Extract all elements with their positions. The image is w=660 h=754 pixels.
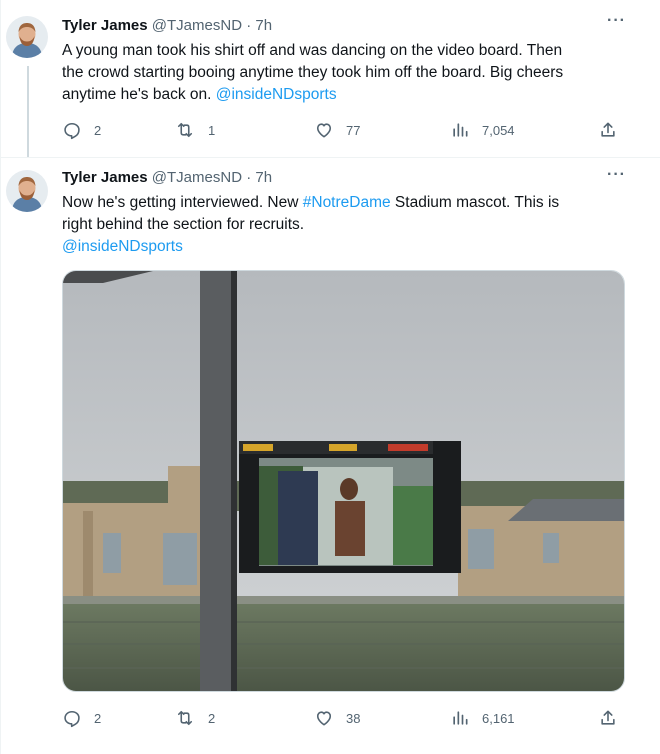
tweet-text-fragment: Now he's getting interviewed. New bbox=[62, 194, 303, 211]
author-name[interactable]: Tyler James bbox=[62, 17, 148, 34]
more-icon[interactable]: ··· bbox=[607, 166, 626, 184]
timestamp[interactable]: 7h bbox=[255, 17, 272, 34]
repost-count: 2 bbox=[208, 710, 216, 726]
like-icon bbox=[316, 711, 332, 726]
share-icon bbox=[601, 710, 615, 725]
tweet-1[interactable]: Tyler James @TJamesND · 7h ··· A young m… bbox=[0, 0, 660, 158]
tweet-text: A young man took his shirt off and was d… bbox=[62, 40, 622, 106]
tweet-text-line: the crowd starting booing anytime they t… bbox=[62, 64, 564, 81]
tweet-text-line: right behind the section for recruits. bbox=[62, 216, 305, 233]
stadium-photo bbox=[63, 271, 624, 691]
reply-button[interactable]: 2 bbox=[62, 707, 101, 729]
reply-button[interactable]: 2 bbox=[62, 119, 101, 141]
mention-link[interactable]: @insideNDsports bbox=[62, 238, 183, 255]
tweet-text-fragment: anytime he's back on. bbox=[62, 86, 216, 103]
repost-button[interactable]: 1 bbox=[174, 119, 215, 141]
avatar[interactable] bbox=[6, 170, 48, 212]
tweet-text-line: anytime he's back on. @insideNDsports bbox=[62, 84, 622, 106]
thread-connector bbox=[27, 66, 29, 158]
tweet-text: Now he's getting interviewed. New #Notre… bbox=[62, 192, 622, 258]
tweet-actions: 2 2 38 6,161 bbox=[62, 707, 622, 729]
view-count: 7,054 bbox=[482, 122, 515, 138]
tweet-2[interactable]: Tyler James @TJamesND · 7h ··· Now he's … bbox=[0, 158, 660, 754]
views-button[interactable]: 6,161 bbox=[450, 707, 515, 729]
hashtag-link[interactable]: #NotreDame bbox=[303, 194, 391, 211]
like-icon bbox=[316, 123, 332, 138]
views-button[interactable]: 7,054 bbox=[450, 119, 515, 141]
views-icon bbox=[453, 711, 468, 725]
separator-dot: · bbox=[246, 169, 252, 186]
tweet-text-line: A young man took his shirt off and was d… bbox=[62, 42, 563, 59]
tweet-text-fragment: Stadium mascot. This is bbox=[390, 194, 560, 211]
author-handle[interactable]: @TJamesND bbox=[152, 169, 242, 186]
tweet-actions: 2 1 77 7,054 bbox=[62, 119, 622, 141]
reply-count: 2 bbox=[94, 122, 102, 138]
views-icon bbox=[453, 123, 468, 137]
avatar[interactable] bbox=[6, 16, 48, 58]
reply-count: 2 bbox=[94, 710, 102, 726]
share-icon bbox=[601, 122, 615, 137]
tweet-header: Tyler James @TJamesND · 7h bbox=[62, 16, 272, 36]
tweet-text-line: @insideNDsports bbox=[62, 236, 622, 258]
like-count: 38 bbox=[346, 710, 361, 726]
like-count: 77 bbox=[346, 122, 361, 138]
like-button[interactable]: 38 bbox=[314, 707, 360, 729]
timestamp[interactable]: 7h bbox=[255, 169, 272, 186]
author-name[interactable]: Tyler James bbox=[62, 169, 148, 186]
share-button[interactable] bbox=[598, 119, 618, 141]
repost-icon bbox=[177, 710, 193, 726]
repost-count: 1 bbox=[208, 122, 216, 138]
tweet-text-line: Now he's getting interviewed. New #Notre… bbox=[62, 192, 622, 214]
like-button[interactable]: 77 bbox=[314, 119, 360, 141]
separator-dot: · bbox=[246, 17, 252, 34]
reply-icon bbox=[64, 710, 80, 728]
more-icon[interactable]: ··· bbox=[607, 12, 626, 30]
reply-icon bbox=[64, 122, 80, 140]
tweet-photo[interactable] bbox=[62, 270, 625, 692]
share-button[interactable] bbox=[598, 707, 618, 729]
mention-link[interactable]: @insideNDsports bbox=[216, 86, 337, 103]
repost-icon bbox=[177, 122, 193, 138]
view-count: 6,161 bbox=[482, 710, 515, 726]
tweet-header: Tyler James @TJamesND · 7h bbox=[62, 168, 272, 188]
author-handle[interactable]: @TJamesND bbox=[152, 17, 242, 34]
repost-button[interactable]: 2 bbox=[174, 707, 215, 729]
